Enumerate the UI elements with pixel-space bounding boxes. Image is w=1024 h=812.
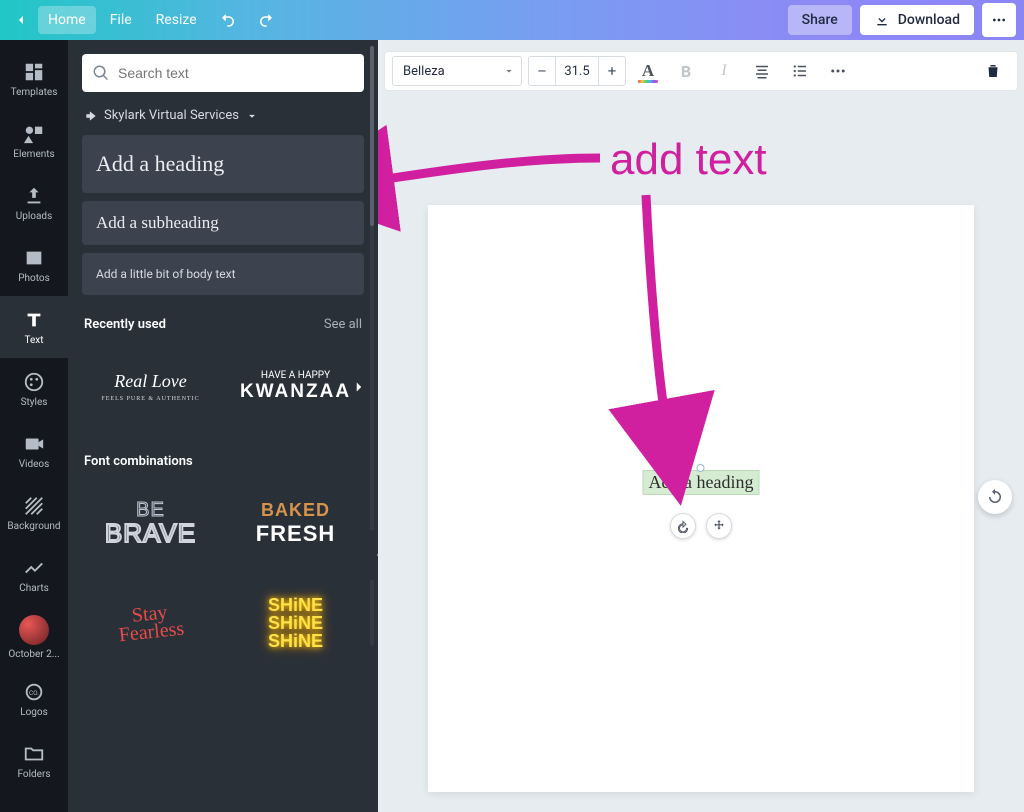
top-more-button[interactable] — [982, 3, 1016, 37]
chevron-down-icon — [245, 109, 259, 123]
move-element-button[interactable] — [706, 513, 732, 539]
rotate-handle[interactable] — [697, 464, 705, 472]
list-button[interactable] — [784, 56, 816, 86]
canvas-area: Belleza – 31.5 + A B I Add a — [378, 40, 1024, 812]
nav-styles[interactable]: Styles — [0, 358, 68, 420]
share-button[interactable]: Share — [788, 5, 852, 35]
font-thumb-stayfearless[interactable]: Stay Fearless — [78, 570, 224, 676]
download-label: Download — [898, 12, 960, 28]
heading-text-element[interactable]: Add a heading — [643, 470, 760, 495]
add-subheading-card[interactable]: Add a subheading — [82, 201, 364, 245]
italic-button[interactable]: I — [708, 56, 740, 86]
text-toolbar: Belleza – 31.5 + A B I — [384, 51, 1018, 91]
annotation-label: add text — [610, 135, 767, 185]
download-button[interactable]: Download — [860, 5, 974, 35]
nav-folders[interactable]: Folders — [0, 730, 68, 792]
nav-photos[interactable]: Photos — [0, 234, 68, 296]
back-button[interactable] — [8, 7, 34, 33]
duplicate-element-button[interactable] — [670, 513, 696, 539]
brand-label: Skylark Virtual Services — [104, 108, 239, 123]
nav-uploads[interactable]: Uploads — [0, 172, 68, 234]
delete-button[interactable] — [976, 56, 1010, 86]
redo-button[interactable] — [249, 3, 283, 37]
avatar-icon — [19, 615, 49, 645]
text-panel: Skylark Virtual Services Add a heading A… — [68, 40, 378, 812]
font-family-value: Belleza — [403, 64, 445, 79]
toolbar-more-button[interactable] — [822, 56, 854, 86]
design-page[interactable]: Add a heading — [428, 205, 974, 792]
sync-button[interactable] — [978, 480, 1012, 514]
nav-templates[interactable]: Templates — [0, 48, 68, 110]
nav-logos[interactable]: CO.Logos — [0, 668, 68, 730]
home-button[interactable]: Home — [38, 6, 96, 34]
font-thumb-kwanzaa[interactable]: HAVE A HAPPY KWANZAA — [227, 340, 364, 432]
nav-background[interactable]: Background — [0, 482, 68, 544]
add-body-card[interactable]: Add a little bit of body text — [82, 253, 364, 295]
brand-icon — [84, 109, 98, 123]
font-family-select[interactable]: Belleza — [392, 56, 522, 86]
nav-elements[interactable]: Elements — [0, 110, 68, 172]
search-input[interactable] — [118, 65, 354, 81]
undo-button[interactable] — [211, 3, 245, 37]
resize-menu[interactable]: Resize — [146, 6, 207, 34]
svg-text:CO.: CO. — [29, 688, 39, 696]
font-combos-heading: Font combinations — [84, 454, 193, 469]
search-text-box[interactable] — [82, 54, 364, 92]
font-thumb-reallove[interactable]: Real Love FEELS PURE & AUTHENTIC — [82, 340, 219, 432]
font-size-plus[interactable]: + — [599, 62, 625, 80]
recent-next-button[interactable] — [350, 378, 368, 400]
font-thumb-bebrave[interactable]: BE BRAVE — [82, 477, 219, 569]
see-all-link[interactable]: See all — [324, 317, 362, 332]
add-heading-card[interactable]: Add a heading — [82, 135, 364, 193]
bold-button[interactable]: B — [670, 56, 702, 86]
chevron-down-icon — [503, 65, 515, 77]
nav-october[interactable]: October 2... — [0, 606, 68, 668]
nav-videos[interactable]: Videos — [0, 420, 68, 482]
nav-charts[interactable]: Charts — [0, 544, 68, 606]
brand-dropdown[interactable]: Skylark Virtual Services — [84, 108, 364, 123]
file-menu[interactable]: File — [100, 6, 142, 34]
panel-collapse-button[interactable] — [370, 530, 378, 580]
font-size-minus[interactable]: – — [529, 62, 555, 80]
top-bar: Home File Resize Share Download — [0, 0, 1024, 40]
font-thumb-shine[interactable]: SHiNE SHiNE SHiNE — [227, 577, 364, 669]
text-color-button[interactable]: A — [632, 56, 664, 86]
nav-rail: Templates Elements Uploads Photos Text S… — [0, 40, 68, 812]
font-size-stepper: – 31.5 + — [528, 56, 626, 86]
font-size-value[interactable]: 31.5 — [555, 57, 599, 85]
recently-used-heading: Recently used — [84, 317, 166, 332]
font-thumb-bakedfresh[interactable]: BAKED FRESH — [227, 477, 364, 569]
search-icon — [92, 64, 110, 82]
align-button[interactable] — [746, 56, 778, 86]
nav-text[interactable]: Text — [0, 296, 68, 358]
